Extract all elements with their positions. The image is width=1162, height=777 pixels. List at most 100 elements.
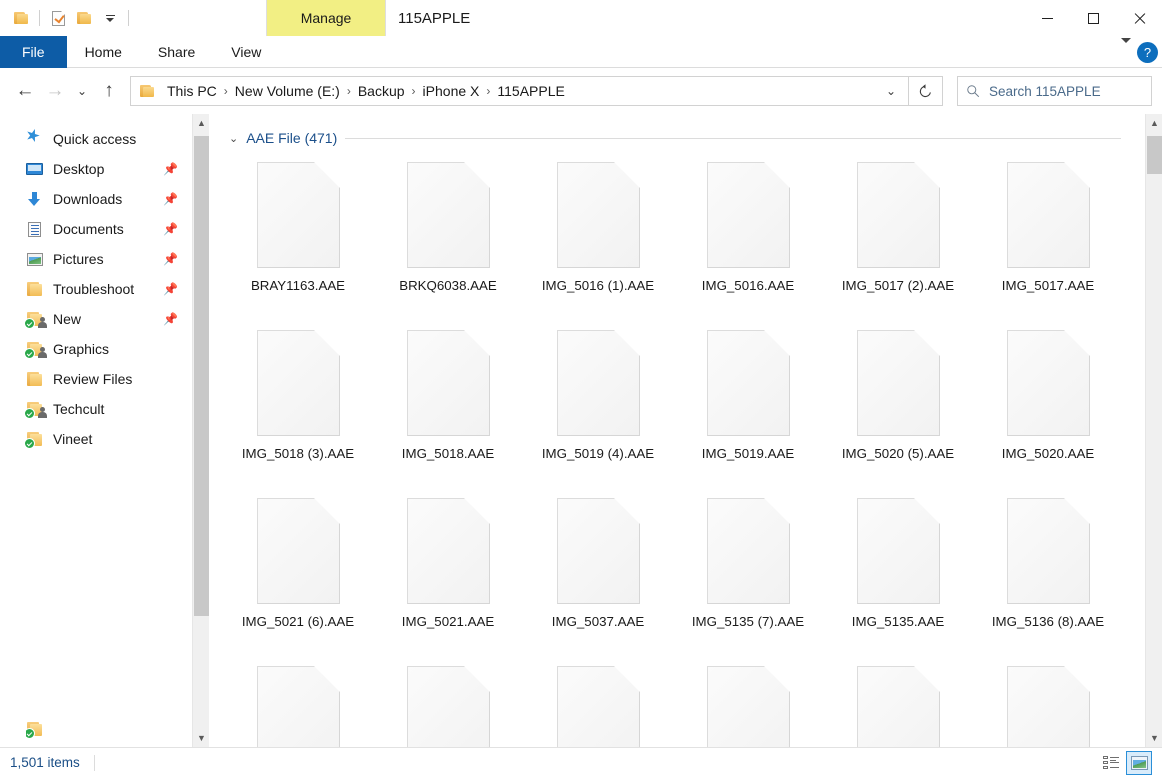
sidebar-item-review-files[interactable]: Review Files xyxy=(0,364,192,394)
sidebar-item-desktop[interactable]: Desktop 📌 xyxy=(0,154,192,184)
tab-view[interactable]: View xyxy=(213,36,279,68)
sidebar-item-documents[interactable]: Documents 📌 xyxy=(0,214,192,244)
sidebar-item-partial[interactable] xyxy=(26,720,72,738)
sidebar-item-graphics[interactable]: Graphics xyxy=(0,334,192,364)
minimize-button[interactable] xyxy=(1024,0,1070,36)
quick-access-toolbar xyxy=(0,0,134,36)
explorer-body: Quick access Desktop 📌 Downloads 📌 Docum… xyxy=(0,114,1162,747)
close-button[interactable] xyxy=(1116,0,1162,36)
pin-icon[interactable]: 📌 xyxy=(163,162,178,176)
new-folder-icon[interactable] xyxy=(71,5,97,31)
pin-icon[interactable]: 📌 xyxy=(163,312,178,326)
file-tile[interactable]: IMG_5021 (6).AAE xyxy=(223,492,373,660)
breadcrumb-item-this-pc[interactable]: This PC xyxy=(161,80,223,102)
help-icon[interactable]: ? xyxy=(1137,42,1158,63)
tab-share[interactable]: Share xyxy=(140,36,213,68)
file-tile[interactable] xyxy=(523,660,673,747)
sidebar-item-techcult[interactable]: Techcult xyxy=(0,394,192,424)
qat-divider-1 xyxy=(39,10,40,26)
chevron-down-icon[interactable]: ⌄ xyxy=(229,132,238,145)
properties-icon[interactable] xyxy=(45,5,71,31)
file-tile[interactable]: IMG_5019 (4).AAE xyxy=(523,324,673,492)
scroll-up-arrow-icon[interactable]: ▲ xyxy=(1146,114,1162,132)
breadcrumb-chevron-down-icon[interactable]: ⌄ xyxy=(878,84,904,98)
breadcrumb-item-iphone-x[interactable]: iPhone X xyxy=(417,80,486,102)
file-tile[interactable]: IMG_5021.AAE xyxy=(373,492,523,660)
folder-icon[interactable] xyxy=(8,5,34,31)
file-tile[interactable]: BRKQ6038.AAE xyxy=(373,156,523,324)
pin-icon[interactable]: 📌 xyxy=(163,192,178,206)
tab-home[interactable]: Home xyxy=(67,36,140,68)
folder-icon xyxy=(26,341,44,358)
tab-file[interactable]: File xyxy=(0,36,67,68)
file-tile[interactable]: IMG_5018 (3).AAE xyxy=(223,324,373,492)
breadcrumb[interactable]: This PC › New Volume (E:) › Backup › iPh… xyxy=(130,76,909,106)
file-tile[interactable]: IMG_5016.AAE xyxy=(673,156,823,324)
file-list-view[interactable]: ⌄ AAE File (471) BRAY1163.AAE BRKQ6038.A… xyxy=(209,114,1145,747)
up-button[interactable]: ↑ xyxy=(94,76,124,106)
sidebar-item-quick-access[interactable]: Quick access xyxy=(0,124,192,154)
file-tile[interactable] xyxy=(373,660,523,747)
pin-icon[interactable]: 📌 xyxy=(163,282,178,296)
expand-ribbon-chevron-down-icon[interactable] xyxy=(1121,43,1131,61)
breadcrumb-item-backup[interactable]: Backup xyxy=(352,80,411,102)
details-view-icon[interactable] xyxy=(1098,751,1124,775)
file-tile[interactable]: IMG_5017.AAE xyxy=(973,156,1123,324)
file-name: IMG_5019 (4).AAE xyxy=(542,444,654,464)
search-input[interactable]: Search 115APPLE xyxy=(957,76,1152,106)
maximize-button[interactable] xyxy=(1070,0,1116,36)
group-header-aae-file[interactable]: ⌄ AAE File (471) xyxy=(215,124,1139,152)
sidebar-item-label xyxy=(53,721,72,737)
forward-button[interactable]: → xyxy=(40,76,70,106)
file-tile[interactable]: IMG_5135 (7).AAE xyxy=(673,492,823,660)
scroll-up-arrow-icon[interactable]: ▲ xyxy=(193,114,210,132)
file-tile[interactable]: IMG_5017 (2).AAE xyxy=(823,156,973,324)
title-bar: Manage Picture Tools 115APPLE xyxy=(0,0,1162,36)
file-tile[interactable]: IMG_5020 (5).AAE xyxy=(823,324,973,492)
breadcrumb-item-115apple[interactable]: 115APPLE xyxy=(491,80,570,102)
large-icons-view-icon[interactable] xyxy=(1126,751,1152,775)
scrollbar-thumb[interactable] xyxy=(1147,136,1162,174)
navigation-pane-scrollbar[interactable]: ▲ ▼ xyxy=(192,114,209,747)
file-name: IMG_5016 (1).AAE xyxy=(542,276,654,296)
shared-badge-icon xyxy=(38,407,47,418)
tab-manage[interactable]: Manage xyxy=(267,0,385,36)
desktop-icon xyxy=(26,161,44,178)
file-name: IMG_5037.AAE xyxy=(552,612,644,632)
file-tile[interactable] xyxy=(973,660,1123,747)
ribbon-tab-bar: File Home Share View ? xyxy=(0,36,1162,68)
file-tile[interactable]: BRAY1163.AAE xyxy=(223,156,373,324)
file-tile[interactable]: IMG_5136 (8).AAE xyxy=(973,492,1123,660)
blank-file-icon xyxy=(707,162,790,268)
file-tile[interactable]: IMG_5020.AAE xyxy=(973,324,1123,492)
sidebar-item-new[interactable]: New 📌 xyxy=(0,304,192,334)
refresh-icon[interactable] xyxy=(909,76,943,106)
customize-dropdown-icon[interactable] xyxy=(97,5,123,31)
file-tile[interactable]: IMG_5018.AAE xyxy=(373,324,523,492)
file-tile[interactable] xyxy=(673,660,823,747)
recent-locations-chevron-down-icon[interactable]: ⌄ xyxy=(70,76,94,106)
scroll-down-arrow-icon[interactable]: ▼ xyxy=(193,729,210,747)
file-tile[interactable]: IMG_5019.AAE xyxy=(673,324,823,492)
sidebar-item-downloads[interactable]: Downloads 📌 xyxy=(0,184,192,214)
blank-file-icon xyxy=(557,162,640,268)
scrollbar-thumb[interactable] xyxy=(194,136,209,616)
file-name: IMG_5021 (6).AAE xyxy=(242,612,354,632)
folder-icon xyxy=(26,721,44,738)
sidebar-item-pictures[interactable]: Pictures 📌 xyxy=(0,244,192,274)
sidebar-item-troubleshoot[interactable]: Troubleshoot 📌 xyxy=(0,274,192,304)
scroll-down-arrow-icon[interactable]: ▼ xyxy=(1146,729,1162,747)
pin-icon[interactable]: 📌 xyxy=(163,252,178,266)
blank-file-icon xyxy=(707,666,790,747)
file-tile[interactable]: IMG_5135.AAE xyxy=(823,492,973,660)
file-grid: BRAY1163.AAE BRKQ6038.AAE IMG_5016 (1).A… xyxy=(215,152,1139,747)
file-tile[interactable]: IMG_5016 (1).AAE xyxy=(523,156,673,324)
back-button[interactable]: ← xyxy=(10,76,40,106)
file-tile[interactable] xyxy=(223,660,373,747)
file-tile[interactable] xyxy=(823,660,973,747)
pin-icon[interactable]: 📌 xyxy=(163,222,178,236)
file-list-scrollbar[interactable]: ▲ ▼ xyxy=(1145,114,1162,747)
file-tile[interactable]: IMG_5037.AAE xyxy=(523,492,673,660)
sidebar-item-vineet[interactable]: Vineet xyxy=(0,424,192,454)
breadcrumb-item-new-volume[interactable]: New Volume (E:) xyxy=(229,80,346,102)
